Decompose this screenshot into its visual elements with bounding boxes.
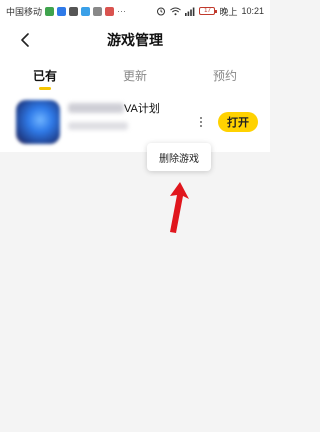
- carrier-label: 中国移动: [6, 6, 43, 17]
- app-notification-icon: [93, 6, 103, 16]
- game-list-item[interactable]: VA计划 打开: [0, 92, 270, 152]
- more-dots-icon: ···: [117, 6, 127, 16]
- blurred-game-name: [68, 103, 124, 113]
- game-app-icon: [16, 100, 60, 144]
- page-header: 游戏管理: [0, 22, 270, 58]
- status-right: 17 晚上 10:21: [156, 5, 264, 18]
- status-bar: 中国移动 ··· 17 晚上 10:21: [0, 0, 270, 22]
- more-dot-icon: [200, 121, 202, 123]
- status-left: 中国移动 ···: [6, 5, 126, 18]
- game-name-label: VA计划: [124, 103, 160, 115]
- back-button[interactable]: [16, 31, 34, 49]
- tab-installed[interactable]: 已有: [0, 58, 90, 92]
- app-notification-icon: [81, 6, 91, 16]
- tab-reservations[interactable]: 预约: [180, 58, 270, 92]
- wifi-icon: [170, 7, 182, 15]
- chevron-left-icon: [21, 33, 29, 47]
- delete-game-menu-item[interactable]: 删除游戏: [147, 143, 211, 171]
- page-title: 游戏管理: [107, 32, 163, 48]
- blurred-game-subtitle: [68, 122, 128, 130]
- tab-bar: 已有 更新 预约: [0, 58, 270, 92]
- app-notification-icon: [69, 6, 79, 16]
- signal-icon: [185, 7, 195, 16]
- more-dot-icon: [200, 117, 202, 119]
- tab-updates[interactable]: 更新: [90, 58, 180, 92]
- battery-icon: 17: [199, 7, 218, 15]
- status-time: 10:21: [241, 6, 264, 16]
- more-dot-icon: [200, 125, 202, 127]
- red-arrow-annotation-icon: [170, 182, 189, 233]
- app-notification-icon: [45, 6, 55, 16]
- app-notification-icon: [105, 6, 115, 16]
- delete-game-label: 删除游戏: [159, 153, 199, 165]
- app-notification-icon: [57, 6, 67, 16]
- more-options-button[interactable]: [196, 114, 206, 130]
- alarm-icon: [157, 7, 166, 16]
- open-game-button[interactable]: 打开: [218, 112, 258, 132]
- time-prefix: 晚上: [219, 6, 238, 17]
